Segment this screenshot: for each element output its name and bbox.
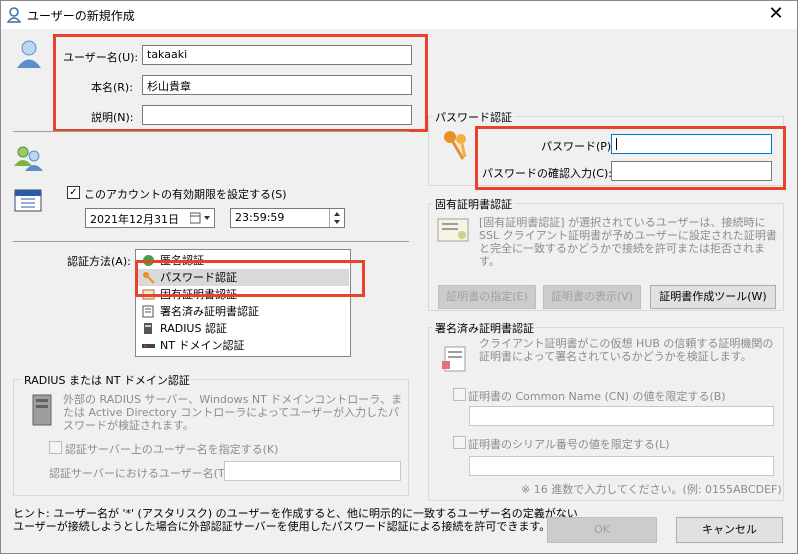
title-bar: ユーザーの新規作成 ✕ — [1, 1, 797, 29]
separator — [13, 131, 409, 132]
highlight-password-fields — [475, 126, 786, 190]
signed-cert-description: クライアント証明書がこの仮想 HUB の信頼する証明機関の証明書によって署名され… — [479, 337, 774, 363]
auth-item-nt-domain[interactable]: NT ドメイン認証 — [138, 337, 349, 354]
serial-checkbox[interactable] — [453, 436, 466, 449]
server-username-label: 認証サーバーにおけるユーザー名(T): — [49, 467, 233, 480]
cancel-button[interactable]: キャンセル — [676, 517, 783, 543]
spinner-arrows-icon[interactable] — [333, 211, 341, 225]
cn-checkbox[interactable] — [453, 388, 466, 401]
separator — [13, 241, 409, 242]
hint-line-2: ユーザーが接続しようとした場合に外部認証サーバーを使用したパスワード認証による接… — [13, 520, 551, 533]
expiry-time-input[interactable]: 23:59:59 — [230, 208, 345, 228]
ok-button[interactable]: OK — [547, 517, 657, 543]
cert-specify-button[interactable]: 証明書の指定(E) — [438, 285, 536, 309]
close-button[interactable]: ✕ — [763, 3, 789, 24]
highlight-user-fields — [53, 34, 428, 132]
serial-input[interactable] — [469, 456, 774, 476]
time-spinner[interactable] — [329, 209, 344, 227]
radius-description: 外部の RADIUS サーバー、Windows NT ドメインコントローラ、また… — [63, 393, 403, 432]
server-username-checkbox-label: 認証サーバー上のユーザー名を指定する(K) — [65, 443, 279, 456]
window-title: ユーザーの新規作成 — [27, 9, 135, 23]
server-username-checkbox[interactable] — [49, 441, 62, 454]
auth-item-signed-cert[interactable]: 署名済み証明書認証 — [138, 303, 349, 320]
cn-input[interactable] — [469, 406, 774, 426]
signed-certificate-icon — [142, 305, 154, 318]
expiry-checkbox-label: このアカウントの有効期限を設定する(S) — [84, 188, 287, 201]
auth-item-label: RADIUS 認証 — [160, 322, 227, 335]
expiry-time-value: 23:59:59 — [235, 211, 285, 224]
expiry-checkbox[interactable]: ✓ — [67, 186, 80, 199]
cert-tool-button[interactable]: 証明書作成ツール(W) — [650, 285, 776, 309]
group-users-icon — [14, 146, 43, 171]
user-icon — [7, 7, 21, 23]
signed-cert-group-title: 署名済み証明書認証 — [432, 320, 537, 336]
network-icon — [142, 344, 155, 348]
user-avatar-icon — [17, 40, 41, 68]
signed-cert-large-icon — [442, 346, 466, 372]
create-user-dialog: ユーザーの新規作成 ✕ ユーザー名(U): takaaki 本名(R): 杉山貴… — [0, 0, 798, 554]
serial-checkbox-label: 証明書のシリアル番号の値を限定する(L) — [468, 438, 670, 451]
auth-item-label: NT ドメイン認証 — [160, 339, 245, 352]
password-group-title: パスワード認証 — [432, 109, 515, 125]
expiry-date-picker[interactable]: 2021年12月31日 — [85, 208, 215, 228]
expiry-date-value: 2021年12月31日 — [90, 213, 179, 226]
auth-item-label: 署名済み証明書認証 — [160, 305, 259, 318]
server-icon — [144, 323, 152, 334]
calendar-icon — [14, 189, 42, 212]
auth-method-label: 認証方法(A): — [67, 255, 131, 268]
radius-group-title: RADIUS または NT ドメイン認証 — [21, 372, 193, 388]
hint-line-1: ヒント: ユーザー名が '*' (アスタリスク) のユーザーを作成すると、他に明… — [13, 507, 578, 520]
auth-item-radius[interactable]: RADIUS 認証 — [138, 320, 349, 337]
cert-view-button[interactable]: 証明書の表示(V) — [543, 285, 641, 309]
serial-hint: ※ 16 進数で入力してください。(例: 0155ABCDEF) — [521, 483, 782, 496]
cn-checkbox-label: 証明書の Common Name (CN) の値を限定する(B) — [468, 390, 726, 403]
cert-group-title: 固有証明書認証 — [432, 196, 515, 212]
server-tower-icon — [32, 394, 52, 426]
server-username-input[interactable] — [224, 461, 401, 481]
certificate-large-icon — [437, 218, 469, 242]
calendar-dropdown-icon[interactable] — [190, 212, 212, 224]
keys-icon — [444, 131, 467, 160]
cert-description: [固有証明書認証] が選択されているユーザーは、接続時に SSL クライアント証… — [479, 216, 777, 268]
highlight-password-auth — [135, 260, 365, 297]
